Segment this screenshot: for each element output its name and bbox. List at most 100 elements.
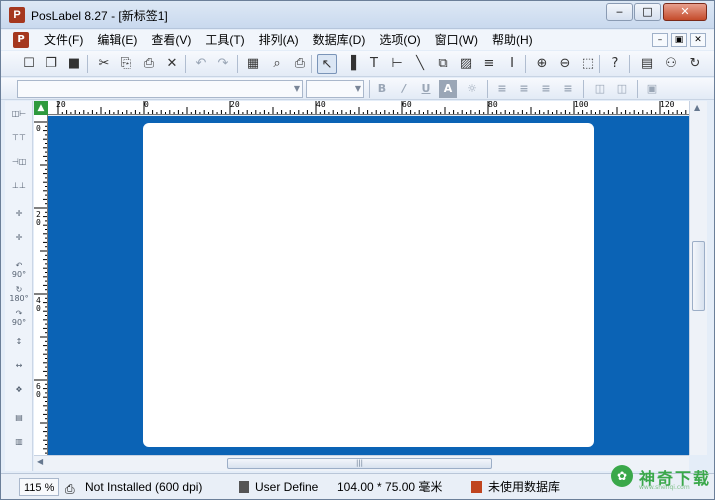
scroll-up-icon[interactable]: ▲ (694, 103, 700, 112)
menu-item[interactable]: 排列(A) (252, 32, 306, 48)
ruler-label: 120 (660, 101, 675, 109)
bold-button[interactable]: B (373, 80, 391, 98)
align-right-edges-icon[interactable]: ⊣◫ (9, 157, 29, 175)
group-icon[interactable]: ◫ (591, 80, 609, 98)
menu-item[interactable]: 查看(V) (144, 32, 198, 48)
maximize-button[interactable]: □ (634, 3, 661, 21)
vertical-scroll-thumb[interactable] (692, 241, 705, 311)
redo-icon[interactable]: ↷ (213, 54, 233, 74)
menu-item[interactable]: 工具(T) (198, 32, 251, 48)
app-window: P PosLabel 8.27 - [新标签1] ‒ □ ✕ P 文件(F) 编辑… (0, 0, 715, 500)
diagonal-line-icon[interactable]: ╲ (410, 54, 430, 74)
ungroup-icon[interactable]: ◫ (613, 80, 631, 98)
align-center-icon[interactable]: ≡ (515, 80, 533, 98)
refresh-icon[interactable]: ↻ (685, 54, 705, 74)
same-height-icon[interactable]: ↕ (9, 337, 29, 355)
menu-item[interactable]: 窗口(W) (428, 32, 485, 48)
underline-button[interactable]: U (417, 80, 435, 98)
barcode-icon[interactable]: ▐ (341, 54, 361, 74)
italic-button[interactable]: / (395, 80, 413, 98)
select-pointer-icon[interactable]: ↖ (317, 54, 337, 74)
justify-icon[interactable]: ≡ (559, 80, 577, 98)
open-icon[interactable]: ❐ (41, 54, 61, 74)
document-menu-icon[interactable]: P (13, 32, 29, 48)
vertical-ruler: 0 20 40 60 (34, 115, 48, 455)
font-size-select[interactable]: ▼ (306, 80, 364, 98)
align-bottom-edges-icon[interactable]: ⊥⊥ (9, 181, 29, 199)
image-icon[interactable]: ▨ (456, 54, 476, 74)
minimize-button[interactable]: ‒ (606, 3, 633, 21)
center-vertical-icon[interactable]: ✛ (9, 233, 29, 251)
menu-item[interactable]: 选项(O) (372, 32, 427, 48)
menu-item[interactable]: 数据库(D) (306, 32, 373, 48)
text-box-button[interactable]: A (439, 80, 457, 98)
new-icon[interactable]: ☐ (19, 54, 39, 74)
label-page[interactable] (143, 123, 594, 447)
vertical-scrollbar[interactable]: ▲ (689, 101, 707, 455)
text-icon[interactable]: T (364, 54, 384, 74)
scroll-left-icon[interactable]: ◀ (37, 457, 43, 466)
font-color-icon[interactable]: ☼ (463, 80, 481, 98)
same-width-icon[interactable]: ↔ (9, 361, 29, 379)
design-workspace[interactable] (48, 116, 689, 455)
ruler-origin-icon[interactable]: ▲ (34, 101, 48, 115)
align-left-edges-icon[interactable]: ◫⊢ (9, 109, 29, 127)
fit-page-icon[interactable]: ⬚ (578, 54, 598, 74)
delete-icon[interactable]: ✕ (162, 54, 182, 74)
zoom-out-icon[interactable]: ⊖ (555, 54, 575, 74)
close-button[interactable]: ✕ (663, 3, 707, 21)
ruler-label: 80 (488, 101, 498, 109)
rotate-left-90-icon[interactable]: ↶ 90° (9, 261, 29, 279)
mdi-minimize-button[interactable]: – (652, 33, 668, 47)
toolbar-separator (311, 55, 312, 73)
poslabel-app-icon[interactable]: P (9, 7, 25, 23)
zoom-level-field[interactable]: 115 % (19, 478, 59, 496)
ruler-label: 20 (36, 210, 41, 227)
shape-icon[interactable]: ⧉ (433, 54, 453, 74)
print-icon[interactable]: ⎙ (290, 54, 310, 74)
status-bar: 115 % ⎙ Not Installed (600 dpi) User Defi… (1, 473, 714, 499)
print-preview-icon[interactable]: ⌕ (267, 54, 287, 74)
horizontal-scrollbar[interactable]: ◀ ||| (34, 455, 689, 471)
lock-icon[interactable]: ▣ (643, 80, 661, 98)
label-setup-icon[interactable]: ▦ (243, 54, 263, 74)
mdi-restore-button[interactable]: ▣ (671, 33, 687, 47)
find-icon[interactable]: ⚇ (661, 54, 681, 74)
main-toolbar: ☐ ❐ ■ ✂ ⎘ ⎙ ✕ ↶ ↷ ▦ ⌕ ⎙ ↖ ▐ T ⊢ ╲ ⧉ ▨ ≡ I ⊕ ⊖ ⬚? ▤ ⚇ ↻ (1, 51, 714, 77)
undo-icon[interactable]: ↶ (191, 54, 211, 74)
cut-icon[interactable]: ✂ (94, 54, 114, 74)
align-top-edges-icon[interactable]: ⊤⊤ (9, 133, 29, 151)
font-name-select[interactable]: ▼ (17, 80, 303, 98)
cursor-text-icon[interactable]: I (502, 54, 522, 74)
copy-icon[interactable]: ⎘ (116, 54, 136, 74)
space-horizontal-icon[interactable]: ▥ (9, 437, 29, 455)
center-horizontal-icon[interactable]: ✛ (9, 209, 29, 227)
rotate-right-90-icon[interactable]: ↷ 90° (9, 309, 29, 327)
align-left-icon[interactable]: ≡ (493, 80, 511, 98)
zoom-in-icon[interactable]: ⊕ (532, 54, 552, 74)
ruler-label: 20 (230, 101, 240, 109)
menu-item[interactable]: 文件(F) (37, 32, 90, 48)
menu-item[interactable]: 帮助(H) (485, 32, 540, 48)
help-icon[interactable]: ? (605, 54, 625, 74)
horizontal-scroll-thumb[interactable]: ||| (227, 458, 492, 469)
rfid-icon[interactable]: ≡ (479, 54, 499, 74)
label-icon (239, 481, 249, 493)
rotate-180-icon[interactable]: ↻ 180° (9, 285, 29, 303)
paste-icon[interactable]: ⎙ (139, 54, 159, 74)
menu-item[interactable]: 编辑(E) (90, 32, 144, 48)
database-icon[interactable]: ▤ (637, 54, 657, 74)
space-vertical-icon[interactable]: ▤ (9, 413, 29, 431)
ruler-label: 40 (316, 101, 326, 109)
save-icon[interactable]: ■ (64, 54, 84, 74)
database-status-icon (471, 481, 482, 493)
same-size-icon[interactable]: ❖ (9, 385, 29, 403)
line-tool-icon[interactable]: ⊢ (387, 54, 407, 74)
toolbar-separator (599, 55, 600, 73)
ruler-label: 0 (144, 101, 149, 109)
ruler-label: 60 (402, 101, 412, 109)
chevron-down-icon: ▼ (354, 84, 361, 93)
mdi-close-button[interactable]: ✕ (690, 33, 706, 47)
align-right-icon[interactable]: ≡ (537, 80, 555, 98)
ruler-label: 60 (36, 382, 41, 399)
